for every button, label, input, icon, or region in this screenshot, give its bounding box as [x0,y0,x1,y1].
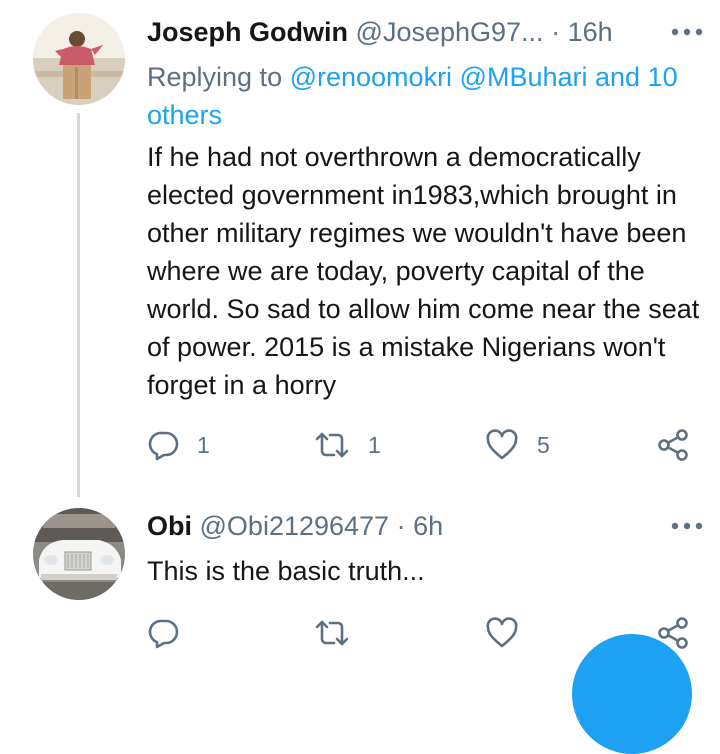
reply-button[interactable]: 1 [147,428,210,462]
like-icon [485,429,519,461]
retweet-button[interactable] [314,616,350,650]
author-name[interactable]: Joseph Godwin [147,17,348,47]
tweet-joseph-godwin[interactable]: Joseph Godwin @JosephG97... · 16h Replyi… [0,0,720,500]
tweet-text: This is the basic truth... [147,556,425,586]
tweet-text: If he had not overthrown a democraticall… [147,142,700,400]
replying-to: Replying to @renoomokri @MBuhari and 10 … [147,58,707,134]
more-icon[interactable] [670,22,704,42]
reply-button[interactable] [147,616,179,650]
separator: · [396,511,406,541]
author-handle[interactable]: @Obi21296477 [200,511,390,541]
replying-prefix: Replying to [147,62,290,92]
like-button[interactable] [485,616,519,650]
like-count: 5 [537,431,550,458]
share-icon [656,428,690,462]
like-icon [485,617,519,649]
timestamp[interactable]: 6h [413,511,443,541]
tweet-header: Joseph Godwin @JosephG97... · 16h [147,16,613,48]
thread-line [77,113,80,497]
author-handle[interactable]: @JosephG97... [356,17,544,47]
tweet-actions: 1 1 5 [147,428,692,462]
tweet-header: Obi @Obi21296477 · 6h [147,510,443,542]
avatar[interactable] [33,13,125,105]
reply-icon [147,617,179,649]
reply-count: 1 [197,431,210,458]
retweet-icon [314,429,350,461]
compose-tweet-button[interactable] [572,634,692,754]
tweet-obi[interactable]: Obi @Obi21296477 · 6h This is the basic … [0,500,720,659]
separator: · [551,17,561,47]
author-name[interactable]: Obi [147,511,192,541]
more-icon[interactable] [670,516,704,536]
retweet-button[interactable]: 1 [314,428,381,462]
like-button[interactable]: 5 [485,428,550,462]
timestamp[interactable]: 16h [568,17,613,47]
retweet-count: 1 [368,431,381,458]
share-button[interactable] [656,428,690,462]
retweet-icon [314,617,350,649]
reply-icon [147,429,179,461]
avatar[interactable] [33,508,125,600]
